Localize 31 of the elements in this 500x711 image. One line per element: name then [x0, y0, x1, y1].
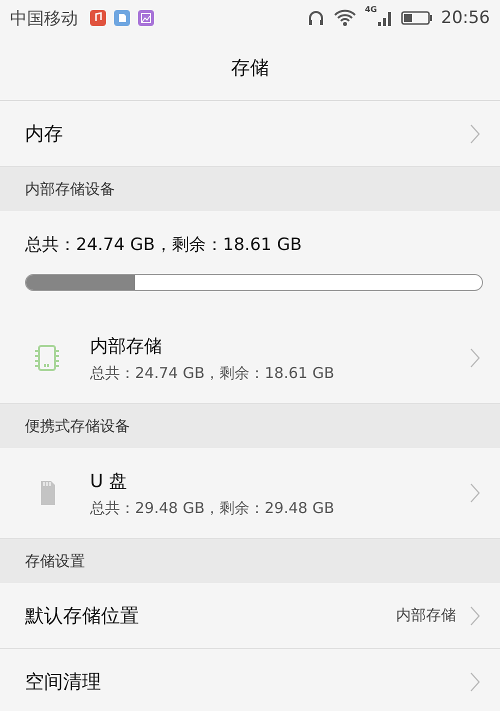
clock-time: 20:56	[441, 8, 490, 28]
page-title: 存储	[0, 36, 500, 101]
row-value: 内部存储	[396, 606, 456, 625]
battery-icon	[401, 10, 433, 26]
music-icon	[90, 10, 106, 26]
section-header: 内部存储设备	[0, 167, 500, 211]
wifi-icon	[332, 9, 357, 27]
row-label: 内存	[25, 122, 64, 146]
chevron-icon	[470, 672, 480, 692]
settings-row[interactable]: 默认存储位置 内部存储	[0, 583, 500, 649]
signal-icon	[377, 9, 393, 27]
network-type: 4G	[364, 5, 377, 14]
storage-summary: 总共：24.74 GB，剩余：18.61 GB	[25, 234, 303, 256]
headphones-icon	[306, 9, 325, 27]
device-capacity: 总共：29.48 GB，剩余：29.48 GB	[90, 498, 336, 518]
device-capacity: 总共：24.74 GB，剩余：18.61 GB	[90, 364, 336, 382]
row-label: 空间清理	[25, 670, 102, 694]
chevron-icon	[470, 483, 480, 503]
device-name: U 盘	[90, 470, 128, 492]
chevron-icon	[470, 124, 480, 144]
device-name: 内部存储	[90, 334, 163, 358]
image-icon	[138, 10, 154, 26]
carrier-name: 中国移动	[10, 8, 78, 30]
section-header: 存储设置	[0, 539, 500, 583]
chevron-icon	[470, 348, 480, 368]
row-label: 默认存储位置	[25, 604, 140, 628]
chip-icon	[32, 343, 62, 373]
chevron-icon	[470, 606, 480, 626]
section-header: 便携式存储设备	[0, 404, 500, 448]
settings-row[interactable]: 空间清理	[0, 649, 500, 711]
sd-card-icon	[114, 10, 130, 26]
